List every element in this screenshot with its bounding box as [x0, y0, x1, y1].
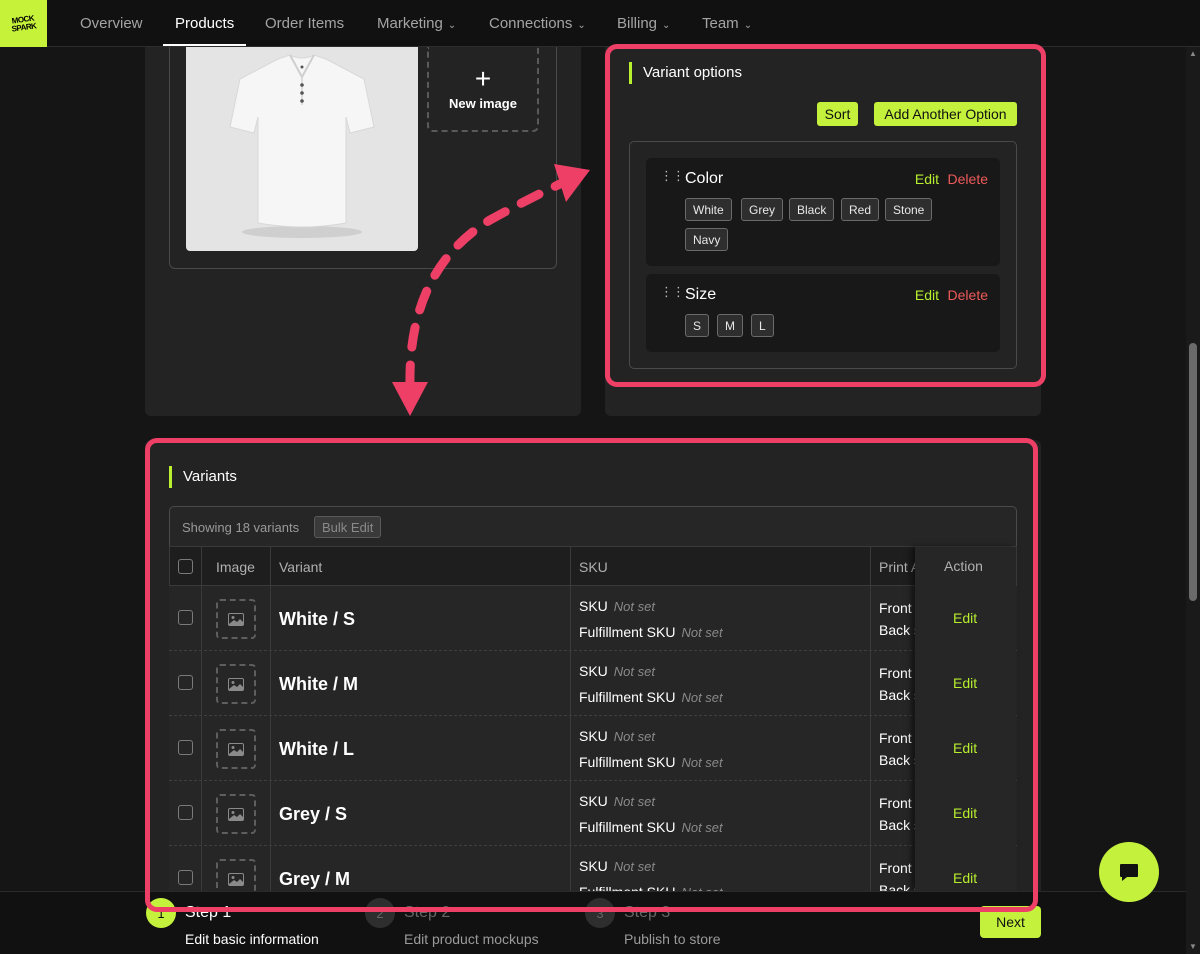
nav-item-products[interactable]: Products	[175, 15, 234, 32]
new-image-button[interactable]: + New image	[427, 47, 539, 132]
page-scrollbar[interactable]: ▲ ▼	[1186, 47, 1200, 954]
new-image-label: New image	[449, 96, 517, 111]
logo-text: MOCK SPARK	[11, 13, 37, 34]
highlight-variant-options	[605, 44, 1046, 387]
top-navigation: MOCK SPARK Overview Products Order Items…	[0, 0, 1200, 47]
logo[interactable]: MOCK SPARK	[0, 0, 47, 47]
chevron-down-icon: ⌄	[743, 20, 753, 31]
scroll-down-icon[interactable]: ▼	[1189, 942, 1197, 951]
nav-item-overview[interactable]: Overview	[80, 15, 143, 32]
chat-button[interactable]	[1099, 842, 1159, 902]
chevron-down-icon: ⌄	[447, 20, 457, 31]
scroll-up-icon[interactable]: ▲	[1189, 49, 1197, 58]
nav-item-marketing[interactable]: Marketing ⌄	[377, 15, 456, 32]
chevron-down-icon: ⌄	[662, 20, 671, 31]
scrollbar-thumb[interactable]	[1189, 343, 1197, 601]
step-1-subtitle: Edit basic information	[185, 931, 319, 947]
chat-bubble-icon	[1120, 864, 1138, 881]
nav-item-team[interactable]: Team ⌄	[702, 15, 752, 32]
highlight-variants	[145, 438, 1038, 912]
nav-item-connections[interactable]: Connections ⌄	[489, 15, 586, 32]
curved-arrow-icon	[392, 164, 590, 416]
active-tab-indicator	[163, 44, 246, 46]
step-2-subtitle: Edit product mockups	[404, 931, 539, 947]
plus-icon: +	[474, 63, 492, 94]
chevron-down-icon: ⌄	[577, 20, 586, 31]
nav-item-billing[interactable]: Billing ⌄	[617, 15, 670, 32]
step-3-subtitle: Publish to store	[624, 931, 721, 947]
nav-item-order-items[interactable]: Order Items	[265, 15, 344, 32]
